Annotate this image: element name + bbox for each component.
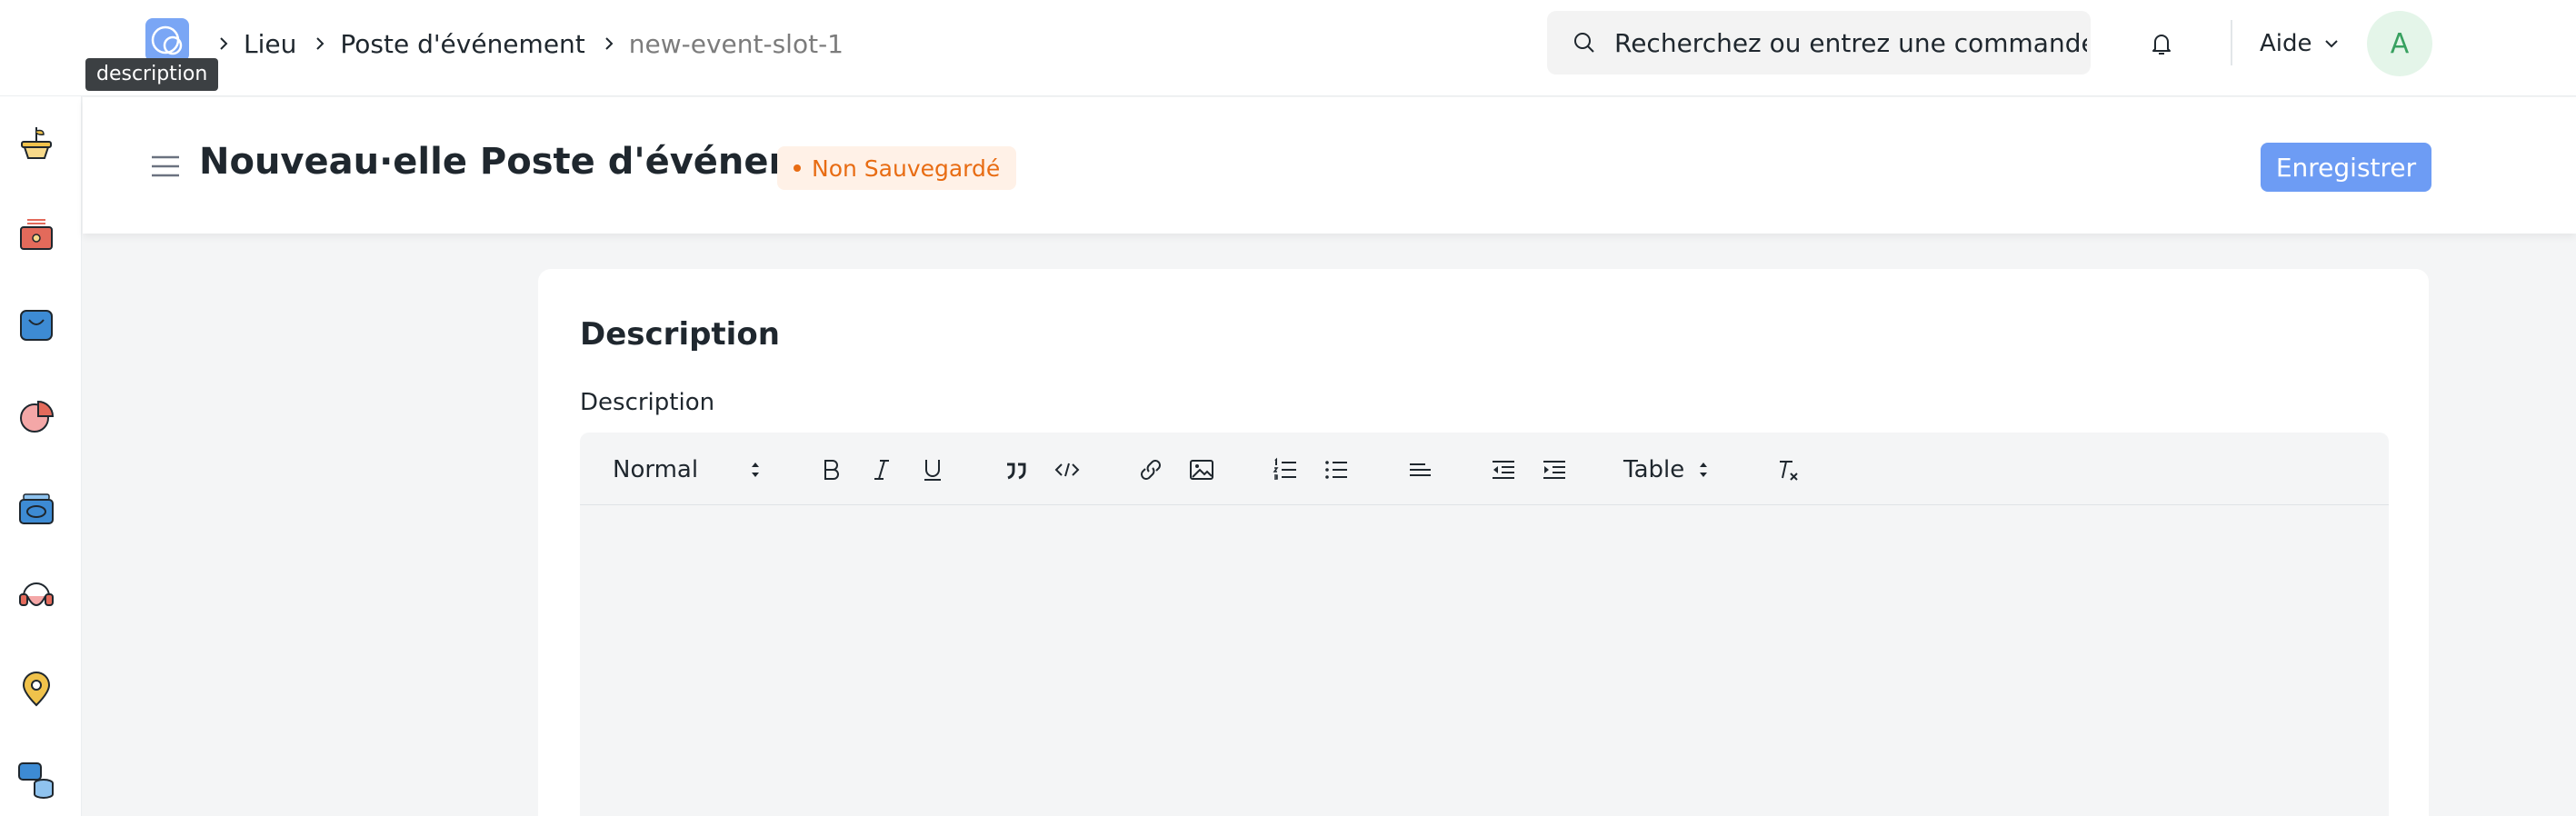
outdent-icon	[1493, 461, 1514, 479]
search-input[interactable]	[1614, 27, 2087, 58]
sidebar	[0, 96, 82, 816]
code-block-button[interactable]	[1053, 454, 1082, 485]
app-logo[interactable]	[145, 18, 189, 62]
form-section: Description Description Normal Table	[538, 269, 2429, 816]
status-badge: Non Sauvegardé	[777, 146, 1017, 190]
logo-tooltip: description	[85, 58, 219, 91]
help-label: Aide	[2260, 30, 2312, 57]
chevron-right-icon	[596, 31, 622, 56]
quote-icon	[1007, 463, 1026, 480]
page-title: Nouveau·elle Poste d'événement	[199, 141, 874, 183]
notifications-button[interactable]	[2143, 25, 2180, 62]
updown-icon	[752, 463, 760, 477]
underline-icon	[924, 460, 941, 481]
avatar[interactable]: A	[2367, 11, 2432, 76]
sidebar-toggle-button[interactable]	[150, 154, 181, 179]
updown-icon	[1700, 463, 1708, 477]
underline-button[interactable]	[918, 454, 947, 485]
navbar: description Lieu Poste d'événement new-e…	[0, 0, 2576, 96]
align-button[interactable]	[1405, 454, 1434, 485]
image-button[interactable]	[1187, 454, 1216, 485]
clear-format-icon	[1780, 461, 1798, 481]
breadcrumb-item-lieu[interactable]: Lieu	[244, 29, 296, 59]
plant-pot-icon[interactable]	[16, 124, 56, 164]
heading-select[interactable]: Normal	[613, 454, 762, 485]
image-icon	[1190, 460, 1213, 480]
save-button[interactable]: Enregistrer	[2261, 143, 2431, 192]
status-label: Non Sauvegardé	[812, 154, 1001, 182]
hamburger-icon	[152, 155, 179, 177]
pie-chart-icon[interactable]	[16, 396, 56, 436]
link-icon	[1141, 460, 1161, 480]
logo-icon	[151, 25, 183, 55]
card-stack-icon[interactable]	[16, 489, 56, 529]
page-head: Nouveau·elle Poste d'événement Non Sauve…	[83, 97, 2576, 234]
outdent-button[interactable]	[1489, 454, 1518, 485]
chevron-right-icon	[307, 31, 333, 56]
align-left-icon	[1410, 463, 1431, 476]
bullet-list-icon	[1325, 461, 1347, 479]
link-button[interactable]	[1136, 454, 1165, 485]
bullet-list-button[interactable]	[1322, 454, 1351, 485]
heading-select-value: Normal	[613, 456, 699, 483]
bold-button[interactable]	[816, 454, 845, 485]
code-icon	[1054, 463, 1080, 477]
map-pin-icon[interactable]	[16, 669, 56, 709]
bold-icon	[824, 460, 839, 480]
breadcrumb: Lieu Poste d'événement new-event-slot-1	[211, 25, 854, 62]
clear-format-button[interactable]	[1772, 454, 1802, 485]
search-icon	[1574, 33, 1594, 53]
indent-button[interactable]	[1540, 454, 1569, 485]
bell-icon	[2152, 35, 2171, 55]
chat-database-icon[interactable]	[16, 760, 56, 800]
table-select[interactable]: Table	[1623, 454, 1710, 485]
chevron-down-icon	[2324, 40, 2338, 48]
indent-icon	[1543, 461, 1565, 479]
editor-toolbar: Normal Table	[580, 433, 2389, 505]
chevron-right-icon	[211, 31, 236, 56]
table-select-value: Table	[1623, 456, 1685, 483]
navbar-divider	[2231, 20, 2232, 65]
section-title: Description	[580, 316, 780, 353]
breadcrumb-item-poste[interactable]: Poste d'événement	[340, 29, 584, 59]
status-dot	[794, 164, 801, 172]
help-dropdown[interactable]: Aide	[2260, 25, 2341, 62]
shopping-bag-icon[interactable]	[16, 305, 56, 345]
ordered-list-icon	[1273, 457, 1296, 480]
support-headset-icon[interactable]	[16, 578, 56, 618]
ordered-list-button[interactable]	[1271, 454, 1300, 485]
italic-icon	[874, 460, 889, 480]
description-field-label: Description	[580, 389, 715, 416]
description-editor[interactable]: Normal Table	[580, 433, 2389, 816]
blockquote-button[interactable]	[1002, 454, 1031, 485]
search-bar[interactable]	[1547, 11, 2091, 75]
cash-box-icon[interactable]	[16, 214, 56, 254]
breadcrumb-item-current: new-event-slot-1	[628, 28, 844, 59]
italic-button[interactable]	[867, 454, 896, 485]
